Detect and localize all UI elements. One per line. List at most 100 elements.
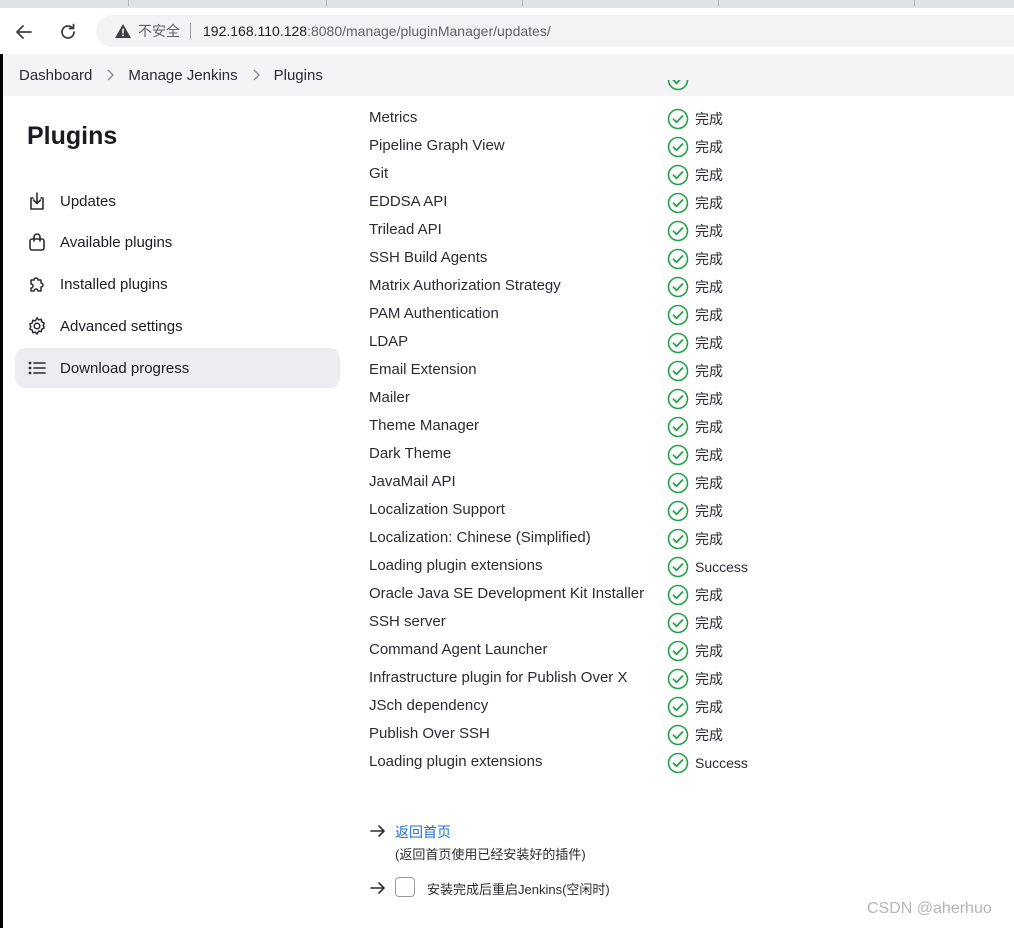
breadcrumb-plugins[interactable]: Plugins: [274, 67, 323, 84]
plugin-status-text: 完成: [695, 587, 723, 603]
plugin-status: 完成: [667, 360, 723, 382]
plugin-status: 完成: [667, 332, 723, 354]
plugin-row: Matrix Authorization Strategy 完成: [369, 274, 989, 302]
gear-icon: [26, 315, 48, 337]
plugin-status-text: 完成: [695, 251, 723, 267]
window-edge: [0, 0, 3, 928]
arrow-left-icon: [16, 25, 32, 39]
sidebar-item-updates[interactable]: Updates: [15, 181, 340, 221]
puzzle-icon: [26, 273, 48, 295]
plugin-status-text: 完成: [695, 671, 723, 687]
plugin-row: SSH server 完成: [369, 610, 989, 638]
plugin-name: Dark Theme: [369, 445, 452, 462]
plugin-name: Localization Support: [369, 501, 505, 518]
check-circle-icon: [667, 192, 689, 214]
plugin-status-text: 完成: [695, 223, 723, 239]
plugin-row: Theme Manager 完成: [369, 414, 989, 442]
plugin-status-text: 完成: [695, 699, 723, 715]
plugin-status: 完成: [667, 528, 723, 550]
warning-icon[interactable]: [114, 23, 132, 39]
plugin-name: LDAP: [369, 333, 409, 350]
plugin-name: Infrastructure plugin for Publish Over X: [369, 669, 628, 686]
check-circle-icon: [667, 360, 689, 382]
check-circle-icon: [667, 500, 689, 522]
sidebar-item-label: Available plugins: [60, 233, 173, 251]
check-circle-icon: [667, 388, 689, 410]
plugin-name: Email Extension: [369, 361, 477, 378]
restart-after-install-checkbox[interactable]: [395, 877, 415, 897]
reload-button[interactable]: [56, 20, 80, 44]
plugin-row: Git 完成: [369, 162, 989, 190]
sidebar-item-label: Updates: [60, 192, 116, 210]
not-secure-label[interactable]: 不安全: [138, 21, 180, 41]
plugin-name: Loading plugin extensions: [369, 753, 543, 770]
plugin-name: SSH Build Agents: [369, 249, 488, 266]
plugin-row: JavaMail API 完成: [369, 470, 989, 498]
check-circle-icon: [667, 164, 689, 186]
arrow-right-icon: [370, 825, 385, 837]
plugin-status-text: 完成: [695, 195, 723, 211]
browser-tab-strip[interactable]: [0, 0, 1014, 8]
plugin-status: 完成: [667, 444, 723, 466]
plugin-row: Command Agent Launcher 完成: [369, 638, 989, 666]
plugin-status-text: 完成: [695, 643, 723, 659]
plugin-status-text: 完成: [695, 615, 723, 631]
plugin-row: LDAP 完成: [369, 330, 989, 358]
sidebar-item-available-plugins[interactable]: Available plugins: [15, 222, 340, 262]
plugin-row: Localization: Chinese (Simplified) 完成: [369, 526, 989, 554]
check-circle-icon: [667, 136, 689, 158]
url-host: 192.168.110.128: [203, 23, 308, 39]
check-circle-icon: [667, 752, 689, 774]
check-circle-icon: [667, 108, 689, 130]
plugin-status-text: 完成: [695, 503, 723, 519]
plugin-name: JavaMail API: [369, 473, 456, 490]
check-circle-icon: [667, 472, 689, 494]
browser-toolbar: 不安全 192.168.110.128:8080/manage/pluginMa…: [0, 8, 1014, 54]
restart-after-install-label[interactable]: 安装完成后重启Jenkins(空闲时): [427, 879, 610, 898]
plugin-status: 完成: [667, 472, 723, 494]
plugin-name: EDDSA API: [369, 193, 448, 210]
plugin-status: 完成: [667, 612, 723, 634]
plugin-row: Email Extension 完成: [369, 358, 989, 386]
check-circle-icon: [667, 248, 689, 270]
plugin-status: 完成: [667, 304, 723, 326]
sidebar-item-advanced-settings[interactable]: Advanced settings: [15, 306, 340, 346]
sidebar-item-label: Installed plugins: [60, 275, 168, 293]
plugin-row: Publish Over SSH 完成: [369, 722, 989, 750]
plugin-row: PAM Authentication 完成: [369, 302, 989, 330]
plugin-status-text: Success: [695, 755, 748, 771]
plugin-status-text: 完成: [695, 307, 723, 323]
plugin-row: Metrics 完成: [369, 106, 989, 134]
plugin-row: Localization Support 完成: [369, 498, 989, 526]
sidebar-item-installed-plugins[interactable]: Installed plugins: [15, 264, 340, 304]
plugin-status: Success: [667, 556, 748, 578]
page-title: Plugins: [27, 122, 118, 150]
check-circle-icon: [667, 668, 689, 690]
go-home-link[interactable]: 返回首页: [395, 822, 451, 842]
reload-icon: [61, 23, 75, 39]
plugin-status: 完成: [667, 500, 723, 522]
plugin-name: Git: [369, 165, 389, 182]
plugin-row: EDDSA API 完成: [369, 190, 989, 218]
plugin-row: Oracle Java SE Development Kit Installer…: [369, 582, 989, 610]
address-bar[interactable]: 不安全 192.168.110.128:8080/manage/pluginMa…: [96, 15, 1014, 47]
breadcrumb-manage-jenkins[interactable]: Manage Jenkins: [128, 67, 237, 84]
plugin-row: Trilead API 完成: [369, 218, 989, 246]
plugin-status-text: 完成: [695, 419, 723, 435]
plugin-row: Infrastructure plugin for Publish Over X…: [369, 666, 989, 694]
plugin-status-text: 完成: [695, 139, 723, 155]
watermark: CSDN @aherhuo: [867, 900, 992, 917]
plugin-status-text: 完成: [695, 111, 723, 127]
breadcrumb-dashboard[interactable]: Dashboard: [19, 67, 92, 84]
sidebar-item-download-progress[interactable]: Download progress: [15, 348, 340, 388]
plugin-name: Pipeline Graph View: [369, 137, 505, 154]
plugin-name: Theme Manager: [369, 417, 480, 434]
plugin-name: PAM Authentication: [369, 305, 499, 322]
check-circle-icon: [667, 556, 689, 578]
plugin-status: 完成: [667, 724, 723, 746]
check-circle-icon: [667, 584, 689, 606]
plugin-status: 完成: [667, 388, 723, 410]
back-button[interactable]: [12, 20, 36, 44]
list-item-partial: [369, 80, 989, 96]
download-icon: [26, 190, 48, 212]
